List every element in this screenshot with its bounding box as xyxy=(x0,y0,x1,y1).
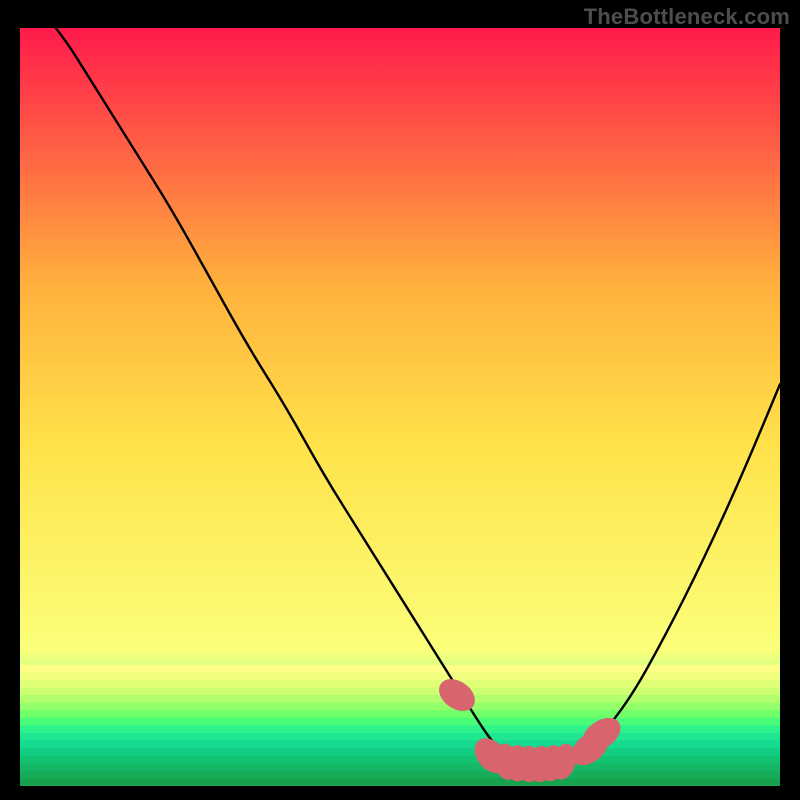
band-stripe xyxy=(20,756,780,764)
watermark-text: TheBottleneck.com xyxy=(584,4,790,30)
band-stripe xyxy=(20,703,780,711)
band-stripe xyxy=(20,778,780,786)
band-stripe xyxy=(20,672,780,680)
band-stripe xyxy=(20,665,780,673)
band-stripe xyxy=(20,771,780,779)
bottleneck-chart xyxy=(20,28,780,786)
plot-area xyxy=(20,28,780,786)
band-stripe xyxy=(20,748,780,756)
band-stripe xyxy=(20,763,780,771)
band-stripe xyxy=(20,687,780,695)
band-stripe xyxy=(20,710,780,718)
band-stripe xyxy=(20,680,780,688)
band-stripe xyxy=(20,695,780,703)
band-stripe xyxy=(20,725,780,733)
band-stripe xyxy=(20,741,780,749)
chart-frame: TheBottleneck.com xyxy=(0,0,800,800)
band-stripe xyxy=(20,718,780,726)
band-stripe xyxy=(20,733,780,741)
